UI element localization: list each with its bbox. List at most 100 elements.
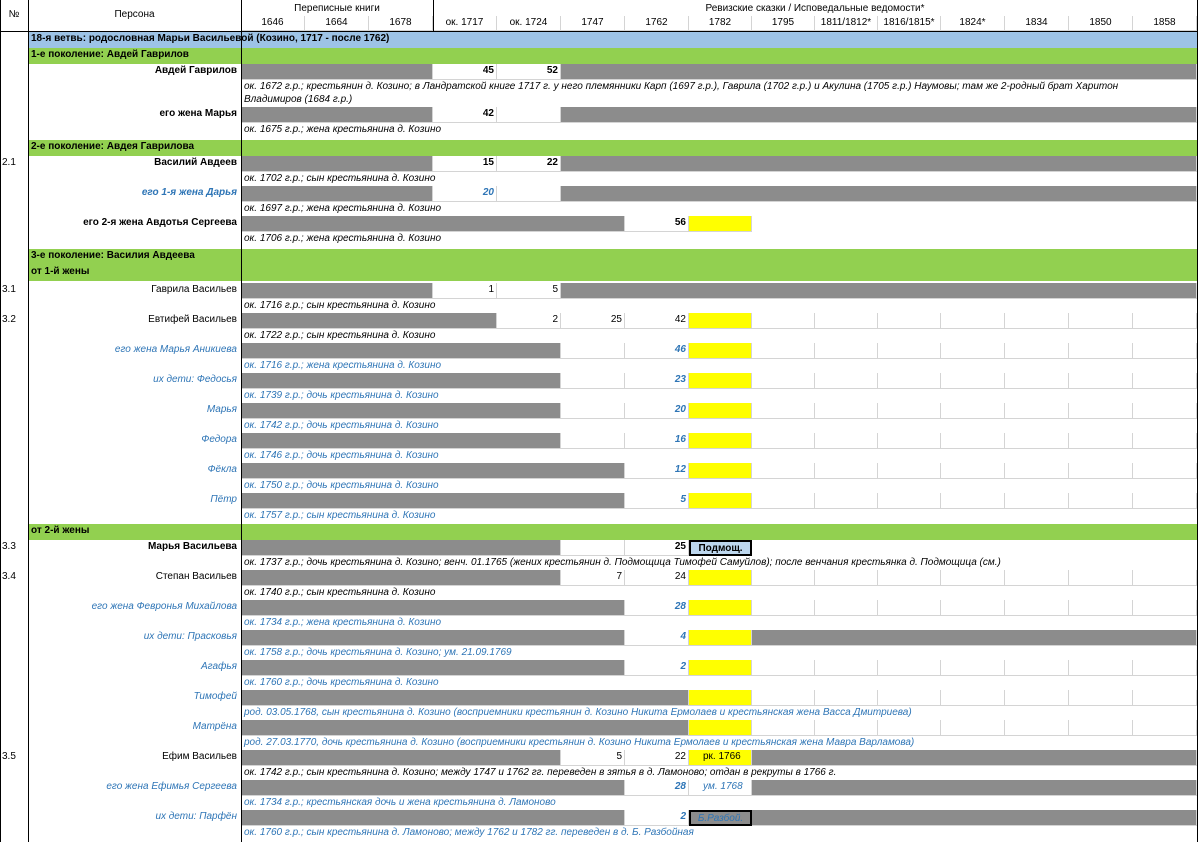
- empty-cell: [941, 463, 1005, 479]
- value-1717: 20: [433, 186, 497, 202]
- death-note: ум. 1768: [689, 780, 752, 796]
- empty-cell: [941, 433, 1005, 449]
- empty-cell: [752, 600, 815, 616]
- gray-bar: [752, 630, 1197, 646]
- gray-bar: [241, 810, 625, 826]
- person-name-evtifey: Евтифей Васильев: [148, 314, 237, 325]
- person-name-efimya: его жена Ефимья Сергеева: [106, 781, 237, 792]
- value-1717: 1: [433, 283, 497, 299]
- gray-bar: [241, 156, 433, 172]
- yellow-bar: [689, 660, 752, 676]
- generation-2-title: 2-е поколение: Авдея Гаврилова: [28, 140, 1197, 156]
- empty-cell: [815, 570, 878, 586]
- empty-cell: [752, 690, 815, 706]
- empty-cell: [815, 600, 878, 616]
- empty-cell: [1133, 403, 1197, 419]
- empty-cell: [815, 433, 878, 449]
- gray-bar: [241, 660, 625, 676]
- branch-title: 18-я ветвь: родословная Марьи Васильевой…: [28, 32, 1197, 48]
- person-name-fedosya: их дети: Федосья: [153, 374, 237, 385]
- gray-bar: [752, 810, 1197, 826]
- value-1762: 46: [625, 343, 689, 359]
- row-number: 3.3: [2, 541, 16, 552]
- person-name-avdey: Авдей Гаврилов: [154, 65, 237, 76]
- value-1762: 2: [625, 810, 689, 826]
- podmoshch-badge: Подмощ.: [689, 540, 752, 556]
- person-name-fedora: Федора: [201, 434, 237, 445]
- yellow-bar: [689, 690, 752, 706]
- person-name-matrena: Матрёна: [192, 721, 237, 732]
- grid-line: [1197, 0, 1198, 842]
- row-number: 3.1: [2, 284, 16, 295]
- year-header-5: 1747: [561, 16, 625, 31]
- empty-cell: [1005, 313, 1069, 329]
- empty-cell: [1069, 403, 1133, 419]
- year-header-3: ок. 1717: [433, 16, 497, 31]
- person-name-darya: его 1-я жена Дарья: [141, 187, 237, 198]
- empty-cell: [941, 660, 1005, 676]
- gray-bar: [241, 463, 625, 479]
- empty-cell: [1005, 600, 1069, 616]
- gray-bar: [561, 283, 1197, 299]
- empty-cell: [1069, 600, 1133, 616]
- empty-cell: [752, 720, 815, 736]
- value-1724: 52: [497, 64, 561, 80]
- empty-cell: [1133, 493, 1197, 509]
- empty-cell: [1133, 720, 1197, 736]
- empty-cell: [1005, 660, 1069, 676]
- empty-cell: [815, 690, 878, 706]
- gray-bar: [241, 433, 561, 449]
- year-header-9: 1811/1812*: [815, 16, 878, 31]
- person-name-marya-vasilieva: Марья Васильева: [147, 541, 237, 552]
- persona-header: Персона: [114, 9, 155, 20]
- yellow-bar: [689, 403, 752, 419]
- empty-cell: [815, 373, 878, 389]
- empty-cell: [752, 660, 815, 676]
- value-1724: 2: [497, 313, 561, 329]
- value-1717: 45: [433, 64, 497, 80]
- grid-line: [241, 0, 242, 31]
- value-1717: 42: [433, 107, 497, 123]
- yellow-bar: [689, 630, 752, 646]
- person-name-agafya: Агафья: [200, 661, 237, 672]
- empty-cell: [878, 660, 941, 676]
- empty-cell: [941, 570, 1005, 586]
- empty-cell: [1133, 463, 1197, 479]
- empty-cell: [941, 600, 1005, 616]
- gray-bar: [241, 780, 625, 796]
- empty-cell: [878, 600, 941, 616]
- value-1762: 2: [625, 660, 689, 676]
- gray-bar: [241, 493, 625, 509]
- note-text: ок. 1760 г.р.; сын крестьянина д. Ламоно…: [244, 827, 694, 838]
- empty-cell: [815, 343, 878, 359]
- p31-bg: [28, 283, 241, 299]
- empty-cell: [1005, 343, 1069, 359]
- person-name-avdotya: его 2-я жена Авдотья Сергеева: [83, 217, 237, 228]
- gray-bar: [241, 600, 625, 616]
- empty-cell: [752, 493, 815, 509]
- empty-cell: [815, 493, 878, 509]
- empty-cell: [497, 107, 561, 123]
- value-1762: 56: [625, 216, 689, 232]
- empty-cell: [815, 720, 878, 736]
- empty-cell: [1069, 373, 1133, 389]
- empty-cell: [815, 660, 878, 676]
- gray-bar: [241, 630, 625, 646]
- gray-bar: [561, 107, 1197, 123]
- year-header-14: 1858: [1133, 16, 1197, 31]
- empty-cell: [941, 720, 1005, 736]
- gray-bar: [241, 540, 561, 556]
- empty-cell: [878, 720, 941, 736]
- empty-cell: [1133, 343, 1197, 359]
- gray-bar: [241, 313, 497, 329]
- empty-cell: [878, 690, 941, 706]
- person-name-fekla: Фёкла: [207, 464, 237, 475]
- person-name-marya-anikieva: его жена Марья Аникиева: [114, 344, 237, 355]
- gray-bar: [241, 216, 625, 232]
- yellow-bar: [689, 493, 752, 509]
- value-1762: 28: [625, 780, 689, 796]
- row-number: 3.5: [2, 751, 16, 762]
- year-header-2: 1678: [369, 16, 433, 31]
- value-1747: 5: [561, 750, 625, 766]
- gray-bar: [241, 107, 433, 123]
